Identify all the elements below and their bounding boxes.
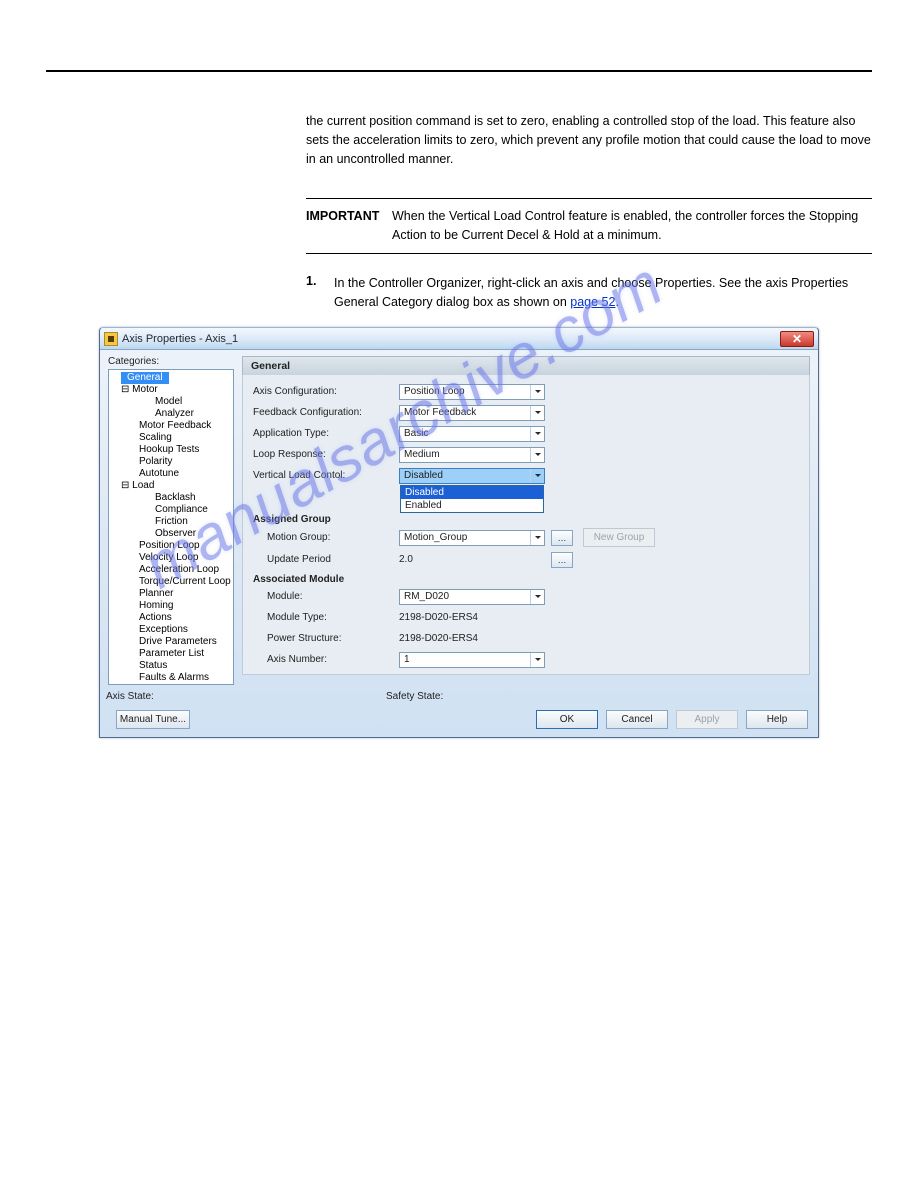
- application-type-label: Application Type:: [253, 428, 399, 439]
- new-group-button: New Group: [583, 528, 655, 547]
- titlebar: Axis Properties - Axis_1 ✕: [100, 328, 818, 350]
- tree-item-backlash[interactable]: Backlash: [111, 492, 231, 504]
- power-structure-value: 2198-D020-ERS4: [399, 633, 545, 644]
- axis-number-label: Axis Number:: [253, 654, 399, 665]
- tree-item-acceleration-loop[interactable]: Acceleration Loop: [111, 564, 231, 576]
- close-icon: ✕: [792, 332, 802, 346]
- chevron-down-icon: [530, 448, 544, 462]
- module-type-value: 2198-D020-ERS4: [399, 612, 545, 623]
- ok-button[interactable]: OK: [536, 710, 598, 729]
- categories-label: Categories:: [108, 356, 234, 367]
- tree-item-observer[interactable]: Observer: [111, 528, 231, 540]
- chevron-down-icon: [530, 469, 544, 483]
- motion-group-browse-button[interactable]: …: [551, 530, 573, 546]
- associated-module-header: Associated Module: [253, 574, 799, 585]
- important-label: IMPORTANT: [306, 207, 392, 245]
- update-period-browse-button[interactable]: …: [551, 552, 573, 568]
- tree-item-polarity[interactable]: Polarity: [111, 456, 231, 468]
- header-rule: [46, 70, 872, 72]
- dropdown-option-enabled[interactable]: Enabled: [401, 499, 543, 512]
- feedback-configuration-combo[interactable]: Motor Feedback: [399, 405, 545, 421]
- motion-group-combo[interactable]: Motion_Group: [399, 530, 545, 546]
- axis-state-label: Axis State:: [106, 691, 246, 702]
- tree-item-faults-alarms[interactable]: Faults & Alarms: [111, 672, 231, 684]
- window-title: Axis Properties - Axis_1: [122, 333, 780, 345]
- module-type-label: Module Type:: [253, 612, 399, 623]
- tree-item-position-loop[interactable]: Position Loop: [111, 540, 231, 552]
- vertical-load-control-combo[interactable]: Disabled Disabled Enabled: [399, 468, 545, 484]
- tree-item-motor-feedback[interactable]: Motor Feedback: [111, 420, 231, 432]
- tree-item-compliance[interactable]: Compliance: [111, 504, 231, 516]
- apply-button: Apply: [676, 710, 738, 729]
- close-button[interactable]: ✕: [780, 331, 814, 347]
- tree-item-homing[interactable]: Homing: [111, 600, 231, 612]
- tree-item-autotune[interactable]: Autotune: [111, 468, 231, 480]
- chevron-down-icon: [530, 653, 544, 667]
- tree-item-velocity-loop[interactable]: Velocity Loop: [111, 552, 231, 564]
- step-number: 1.: [306, 274, 334, 312]
- motion-group-label: Motion Group:: [253, 532, 399, 543]
- tree-item-tag[interactable]: Tag: [111, 684, 231, 685]
- tree-item-model[interactable]: Model: [111, 396, 231, 408]
- tree-item-scaling[interactable]: Scaling: [111, 432, 231, 444]
- panel-title: General: [242, 356, 810, 375]
- power-structure-label: Power Structure:: [253, 633, 399, 644]
- module-combo[interactable]: RM_D020: [399, 589, 545, 605]
- chevron-down-icon: [530, 385, 544, 399]
- tree-item-friction[interactable]: Friction: [111, 516, 231, 528]
- cancel-button[interactable]: Cancel: [606, 710, 668, 729]
- tree-item-actions[interactable]: Actions: [111, 612, 231, 624]
- axis-configuration-combo[interactable]: Position Loop: [399, 384, 545, 400]
- feedback-configuration-label: Feedback Configuration:: [253, 407, 399, 418]
- tree-item-analyzer[interactable]: Analyzer: [111, 408, 231, 420]
- help-button[interactable]: Help: [746, 710, 808, 729]
- application-type-combo[interactable]: Basic: [399, 426, 545, 442]
- loop-response-label: Loop Response:: [253, 449, 399, 460]
- dropdown-option-disabled[interactable]: Disabled: [401, 486, 543, 499]
- update-period-value: 2.0: [399, 554, 545, 565]
- tree-item-parameter-list[interactable]: Parameter List: [111, 648, 231, 660]
- tree-item-torque-current-loop[interactable]: Torque/Current Loop: [111, 576, 231, 588]
- tree-item-exceptions[interactable]: Exceptions: [111, 624, 231, 636]
- safety-state-label: Safety State:: [386, 691, 443, 702]
- tree-item-motor[interactable]: ⊟ Motor: [111, 384, 231, 396]
- axis-configuration-label: Axis Configuration:: [253, 386, 399, 397]
- tree-item-hookup-tests[interactable]: Hookup Tests: [111, 444, 231, 456]
- tree-item-status[interactable]: Status: [111, 660, 231, 672]
- important-text: When the Vertical Load Control feature i…: [392, 207, 872, 245]
- page-link[interactable]: page 52: [570, 295, 615, 309]
- important-note: IMPORTANT When the Vertical Load Control…: [306, 198, 872, 254]
- chevron-down-icon: [530, 406, 544, 420]
- chevron-down-icon: [530, 590, 544, 604]
- tree-item-general[interactable]: General: [121, 372, 169, 384]
- manual-tune-button[interactable]: Manual Tune...: [116, 710, 190, 729]
- loop-response-combo[interactable]: Medium: [399, 447, 545, 463]
- assigned-group-header: Assigned Group: [253, 514, 799, 525]
- intro-paragraph: the current position command is set to z…: [306, 112, 872, 168]
- chevron-down-icon: [530, 427, 544, 441]
- step-text: In the Controller Organizer, right-click…: [334, 274, 872, 312]
- tree-item-load[interactable]: ⊟ Load: [111, 480, 231, 492]
- axis-number-combo[interactable]: 1: [399, 652, 545, 668]
- categories-tree[interactable]: General ⊟ Motor Model Analyzer Motor Fee…: [108, 369, 234, 685]
- vertical-load-control-dropdown: Disabled Enabled: [400, 485, 544, 513]
- module-label: Module:: [253, 591, 399, 602]
- tree-item-planner[interactable]: Planner: [111, 588, 231, 600]
- tree-item-drive-parameters[interactable]: Drive Parameters: [111, 636, 231, 648]
- vertical-load-control-label: Vertical Load Contol:: [253, 470, 399, 481]
- axis-properties-dialog: Axis Properties - Axis_1 ✕ Categories: G…: [99, 327, 819, 738]
- window-icon: [104, 332, 118, 346]
- update-period-label: Update Period: [253, 554, 399, 565]
- chevron-down-icon: [530, 531, 544, 545]
